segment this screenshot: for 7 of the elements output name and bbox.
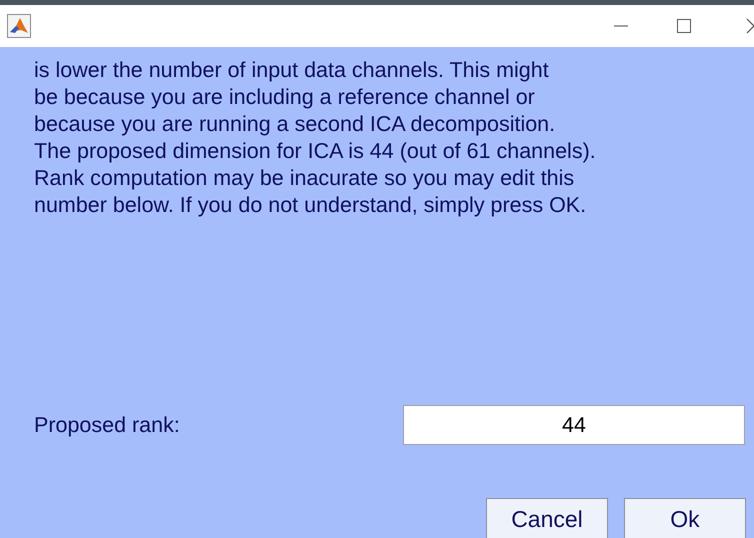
cancel-button[interactable]: Cancel bbox=[486, 498, 608, 538]
message-text: is lower the number of input data channels. This might be because you are including a reference channel or because you are running a second ICA decomposition. The proposed dimension for ICA is 44 (out of 61 channels). Rank computation may be inacurate so you may edit this number below. If you do not understand, simply press OK. bbox=[34, 57, 597, 219]
maximize-icon[interactable] bbox=[676, 18, 692, 34]
rank-field[interactable]: 44 bbox=[403, 405, 745, 445]
rank-label: Proposed rank: bbox=[34, 412, 181, 438]
app-icon bbox=[7, 14, 31, 38]
ok-button[interactable]: Ok bbox=[624, 498, 746, 538]
